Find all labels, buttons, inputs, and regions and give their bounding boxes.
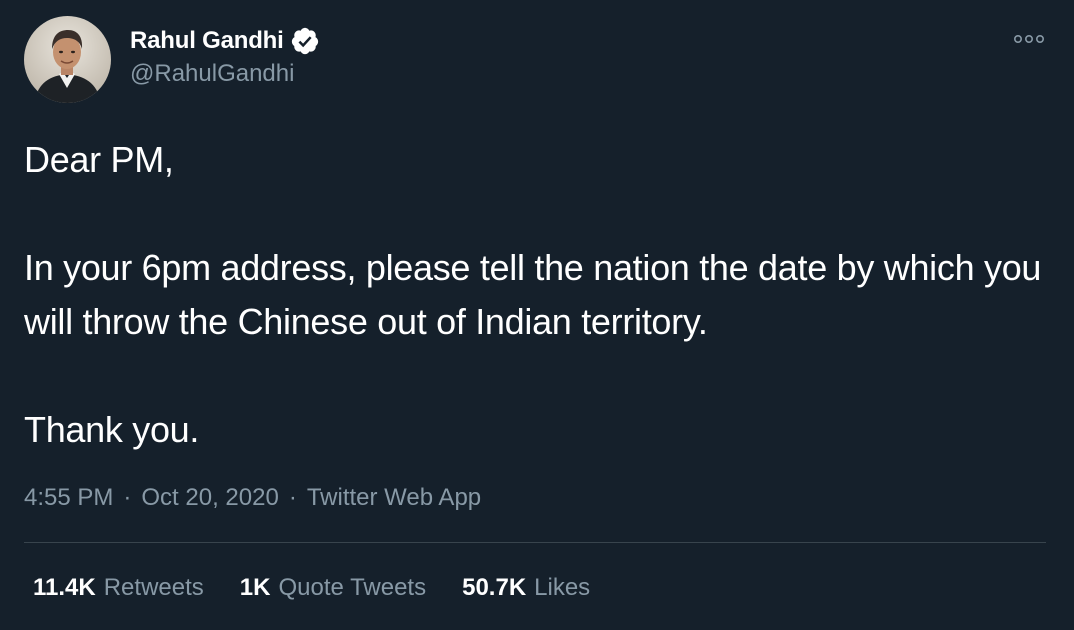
tweet-date[interactable]: Oct 20, 2020	[141, 484, 278, 512]
meta-separator: ·	[123, 484, 132, 511]
more-options-icon[interactable]	[1012, 28, 1046, 50]
avatar-photo	[24, 16, 111, 103]
tweet-text: Dear PM, In your 6pm address, please tel…	[24, 133, 1044, 457]
likes-count: 50.7K	[462, 574, 527, 601]
tweet-card: Rahul Gandhi @RahulGandhi Dear PM, In yo…	[0, 0, 1074, 630]
quote-tweets-stat[interactable]: 1K Quote Tweets	[240, 574, 426, 602]
tweet-paragraph: Thank you.	[24, 409, 200, 450]
retweets-stat[interactable]: 11.4K Retweets	[33, 574, 204, 602]
retweets-label: Retweets	[103, 574, 204, 601]
tweet-stats: 11.4K Retweets 1K Quote Tweets 50.7K Lik…	[33, 570, 626, 606]
verified-badge-icon	[290, 26, 320, 56]
likes-label: Likes	[534, 574, 591, 601]
author-display-name[interactable]: Rahul Gandhi	[130, 27, 284, 55]
tweet-time[interactable]: 4:55 PM	[24, 484, 113, 512]
tweet-paragraph: Dear PM,	[24, 139, 174, 180]
author-handle[interactable]: @RahulGandhi	[130, 60, 294, 88]
author-name-row: Rahul Gandhi	[130, 24, 320, 58]
quote-tweets-count: 1K	[239, 574, 271, 601]
tweet-paragraph: In your 6pm address, please tell the nat…	[24, 247, 1042, 342]
tweet-metadata: 4:55 PM · Oct 20, 2020 · Twitter Web App	[24, 480, 481, 516]
retweets-count: 11.4K	[33, 574, 96, 601]
divider	[24, 542, 1046, 543]
tweet-source[interactable]: Twitter Web App	[307, 484, 481, 512]
avatar[interactable]	[24, 16, 111, 103]
likes-stat[interactable]: 50.7K Likes	[462, 574, 590, 602]
meta-separator: ·	[288, 484, 297, 511]
quote-tweets-label: Quote Tweets	[278, 574, 427, 601]
